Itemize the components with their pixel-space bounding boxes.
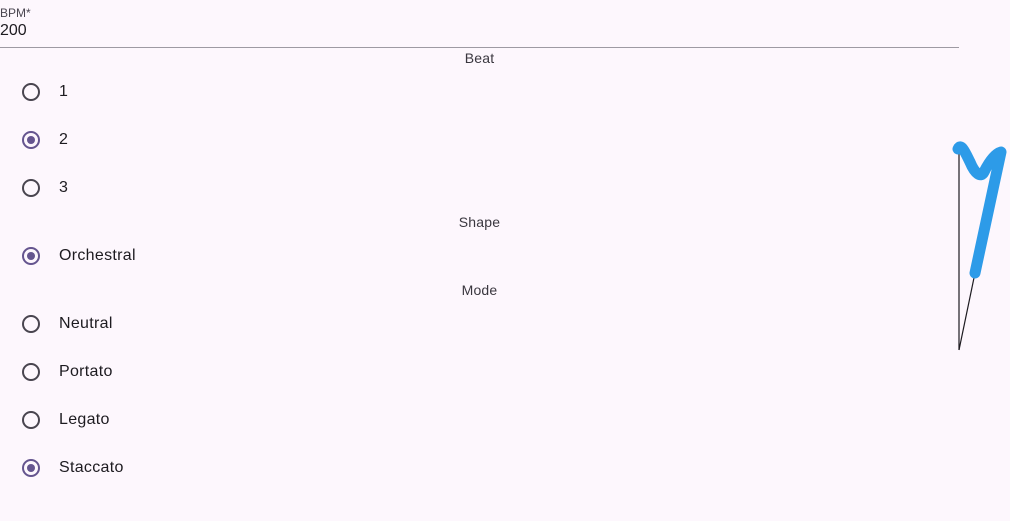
mode-option-legato[interactable]: Legato: [0, 396, 959, 444]
radio-selected-icon[interactable]: [22, 247, 40, 265]
radio-unselected-icon[interactable]: [22, 315, 40, 333]
radio-selected-icon[interactable]: [22, 131, 40, 149]
shape-section-title: Shape: [458, 214, 501, 230]
mode-option-label: Portato: [59, 363, 113, 380]
beat-option-label: 3: [59, 179, 69, 196]
shape-option-orchestral[interactable]: Orchestral: [0, 232, 959, 280]
radio-unselected-icon[interactable]: [22, 179, 40, 197]
mode-option-staccato[interactable]: Staccato: [0, 444, 959, 492]
shape-option-label: Orchestral: [59, 247, 136, 264]
mode-option-label: Staccato: [59, 459, 124, 476]
bpm-label: BPM*: [0, 6, 31, 20]
bpm-field[interactable]: BPM*: [0, 0, 959, 48]
beat-option-label: 2: [59, 131, 69, 148]
radio-selected-icon[interactable]: [22, 459, 40, 477]
mode-section-title: Mode: [461, 282, 498, 298]
radio-unselected-icon[interactable]: [22, 411, 40, 429]
beat-option-1[interactable]: 1: [0, 68, 959, 116]
beat-section-title: Beat: [464, 50, 495, 66]
beat-option-2[interactable]: 2: [0, 116, 959, 164]
settings-panel: BPM* Beat 1 2 3 Shape Orchestral Mode Ne…: [0, 0, 959, 521]
bpm-input[interactable]: [0, 20, 940, 42]
mode-option-portato[interactable]: Portato: [0, 348, 959, 396]
radio-unselected-icon[interactable]: [22, 83, 40, 101]
conducting-pattern-icon: [952, 141, 1007, 351]
mode-option-label: Legato: [59, 411, 110, 428]
beat-option-3[interactable]: 3: [0, 164, 959, 212]
mode-option-label: Neutral: [59, 315, 113, 332]
beat-option-label: 1: [59, 83, 69, 100]
baton-diagonal-line: [958, 272, 976, 351]
mode-option-neutral[interactable]: Neutral: [0, 300, 959, 348]
beat-pattern-stroke: [952, 141, 1007, 279]
radio-unselected-icon[interactable]: [22, 363, 40, 381]
